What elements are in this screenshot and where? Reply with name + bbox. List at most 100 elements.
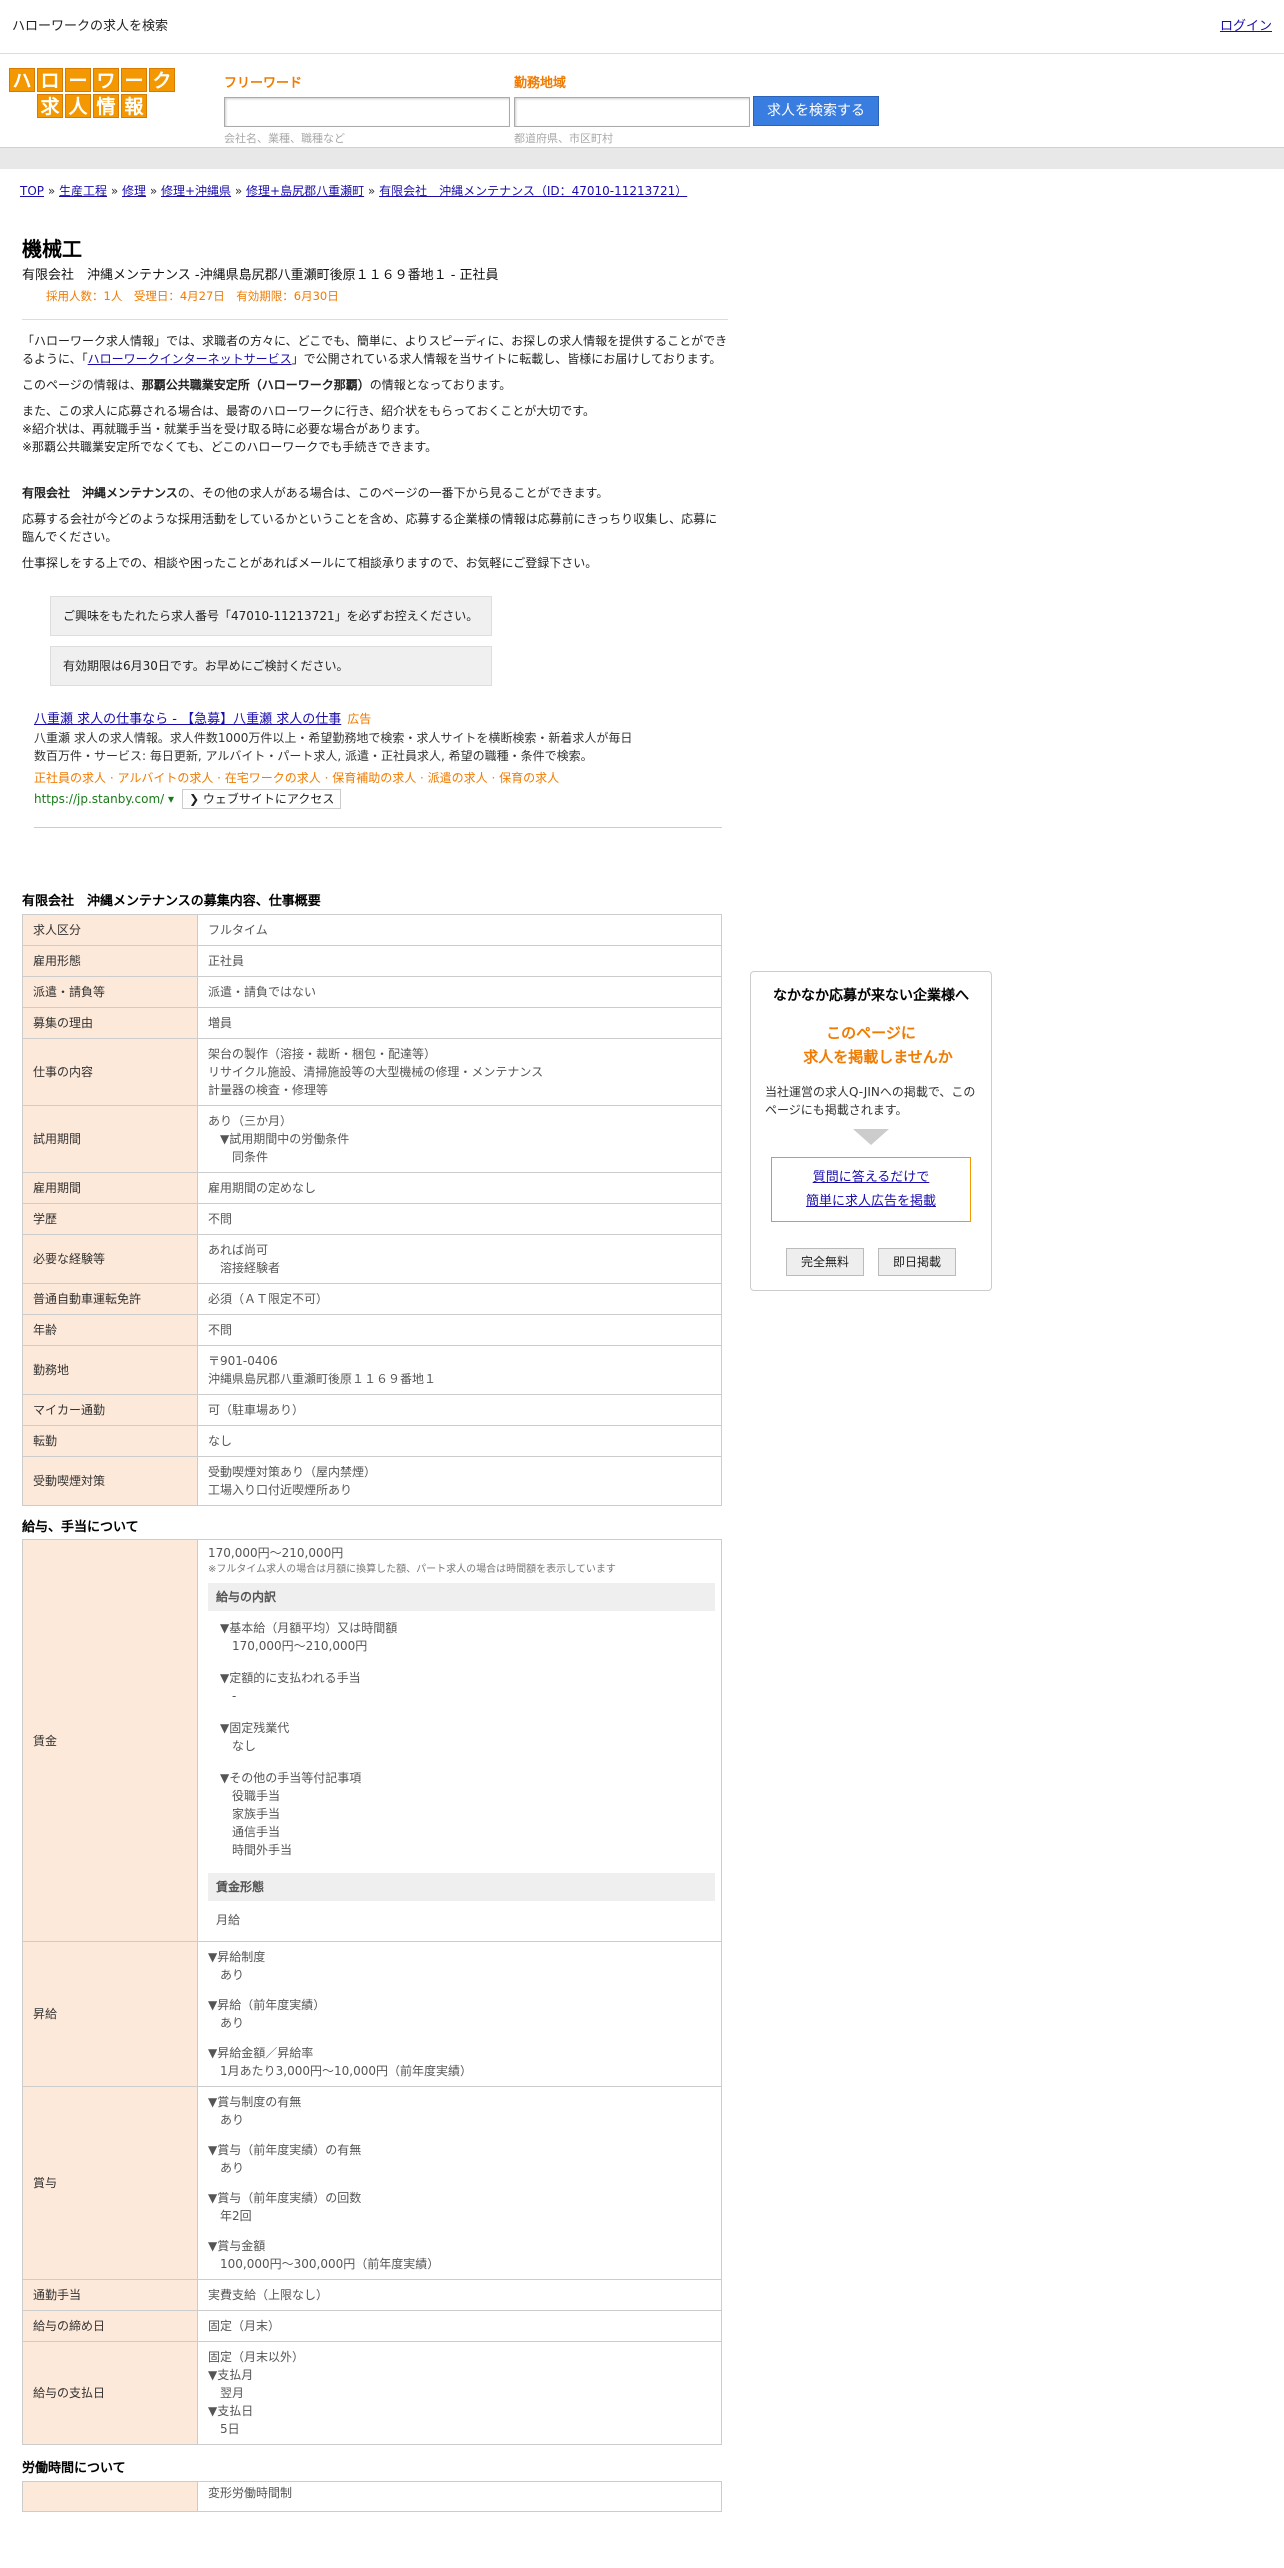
- value-group: ▼賞与金額 100,000円〜300,000円（前年度実績）: [208, 2237, 711, 2273]
- table-row: 賞与 ▼賞与制度の有無 あり ▼賞与（前年度実績）の有無 あり ▼賞与（前年度実績）の…: [22, 2086, 722, 2281]
- breadcrumb-link[interactable]: 修理+沖縄県: [161, 184, 231, 198]
- side-title: なかなか応募が来ない企業様へ: [773, 988, 969, 1004]
- chevron-down-icon[interactable]: ▾: [168, 792, 174, 806]
- breadcrumb-separator: »: [231, 184, 247, 198]
- table-key: 必要な経験等: [22, 1233, 198, 1284]
- breakdown-line: ▼基本給（月額平均）又は時間額: [208, 1621, 398, 1636]
- value-group: ▼昇給制度 あり: [208, 1948, 711, 1984]
- table-value: 正社員: [197, 944, 722, 977]
- table-row: 勤務地 〒901-0406 沖縄県島尻郡八重瀬町後原１１６９番地１: [22, 1344, 722, 1395]
- table-value-line: 不問: [208, 1211, 233, 1226]
- ad-headline[interactable]: 八重瀬 求人の仕事なら - 【急募】八重瀬 求人の仕事: [34, 712, 341, 727]
- table-row: 給与の支払日 固定（月末以外） ▼支払月 翌月 ▼支払日 5日: [22, 2341, 722, 2446]
- value-line: 固定（月末以外）: [208, 2350, 305, 2365]
- value-group: ▼昇給（前年度実績） あり: [208, 1996, 711, 2032]
- breakdown-line: 通信手当: [208, 1825, 281, 1840]
- table-key: 試用期間: [22, 1104, 198, 1173]
- table-value: 不問: [197, 1202, 722, 1235]
- breadcrumb: TOP » 生産工程 » 修理 » 修理+沖縄県 » 修理+島尻郡八重瀬町 » …: [20, 182, 687, 200]
- table-row: 通勤手当 実費支給（上限なし）: [22, 2279, 722, 2312]
- value-line: ▼昇給制度: [208, 1950, 266, 1965]
- same-day-button[interactable]: 即日掲載: [878, 1248, 957, 1276]
- table-value: 派遣・請負ではない: [197, 975, 722, 1008]
- keyword-label: フリーワード: [224, 76, 303, 91]
- table-key: 雇用期間: [22, 1171, 198, 1204]
- intro-text-3: また、この求人に応募される場合は、最寄のハローワークに行き、紹介状をもらっておく…: [22, 403, 596, 418]
- search-button[interactable]: 求人を検索する: [753, 96, 879, 126]
- hellowork-link[interactable]: ハローワークインターネットサービス: [88, 352, 292, 366]
- table-value-line: なし: [208, 1433, 233, 1448]
- table-key: 仕事の内容: [22, 1037, 198, 1106]
- ad-sitelinks[interactable]: 正社員の求人 · アルバイトの求人 · 在宅ワークの求人 · 保育補助の求人 ·…: [34, 769, 722, 787]
- table-key: 年齢: [22, 1313, 198, 1346]
- value-line: ▼賞与金額: [208, 2239, 266, 2254]
- ad-url[interactable]: https://jp.stanby.com/: [34, 792, 164, 806]
- table-value-line: リサイクル施設、清掃施設等の大型機械の修理・メンテナンス: [208, 1064, 544, 1079]
- breakdown-line: ▼その他の手当等付記事項: [208, 1771, 362, 1786]
- side-link-questions[interactable]: 質問に答えるだけで: [776, 1168, 966, 1188]
- breadcrumb-link[interactable]: 修理: [122, 184, 146, 198]
- value-line: あり: [208, 2016, 245, 2031]
- intro-text-1: 「ハローワーク求人情報」では、求職者の方々に、どこでも、簡単に、よりスピーディに…: [22, 333, 728, 366]
- table-value: 必須（ＡＴ限定不可）: [197, 1282, 722, 1315]
- breakdown-line: ▼固定残業代: [208, 1721, 290, 1736]
- breadcrumb-link[interactable]: 有限会社 沖縄メンテナンス（ID：47010-11213721）: [379, 184, 687, 198]
- intro-text-5: ※那覇公共職業安定所でなくても、どこのハローワークでも手続きできます。: [22, 439, 438, 454]
- table-row: 雇用形態 正社員: [22, 944, 722, 977]
- keyword-search: フリーワード 会社名、業種、職種など: [224, 74, 510, 147]
- breakdown-group: ▼その他の手当等付記事項 役職手当 家族手当 通信手当 時間外手当: [208, 1769, 715, 1859]
- table-key: 賃金: [22, 1539, 198, 1943]
- table-value-line: 〒901-0406: [208, 1353, 278, 1368]
- value-line: ▼昇給（前年度実績）: [208, 1998, 326, 2013]
- table-value-line: 可（駐車場あり）: [208, 1402, 305, 1417]
- top-bar: ハローワークの求人を検索 ログイン: [0, 0, 1284, 54]
- value-line: あり: [208, 2161, 245, 2176]
- table-row: 給与の締め日 固定（月末）: [22, 2310, 722, 2343]
- logo-char: ク: [149, 68, 175, 92]
- table-value: 雇用期間の定めなし: [197, 1171, 722, 1204]
- hours-heading: 労働時間について: [22, 2461, 126, 2477]
- company-line: 有限会社 沖縄メンテナンス -沖縄県島尻郡八重瀬町後原１１６９番地１ - 正社員: [22, 268, 499, 283]
- logo-char: 求: [37, 94, 63, 118]
- table-key: 派遣・請負等: [22, 975, 198, 1008]
- site-title: ハローワークの求人を検索: [12, 18, 169, 34]
- free-button[interactable]: 完全無料: [785, 1248, 864, 1276]
- table-key: 普通自動車運転免許: [22, 1282, 198, 1315]
- table-value: 不問: [197, 1313, 722, 1346]
- value-line: あり: [208, 1968, 245, 1983]
- header: ハローワーク 求人情報 フリーワード 会社名、業種、職種など 勤務地域 都道府県…: [0, 54, 1284, 146]
- side-link-post-ad[interactable]: 簡単に求人広告を掲載: [776, 1192, 966, 1212]
- table-value-line: フルタイム: [208, 922, 268, 937]
- table-row: 派遣・請負等 派遣・請負ではない: [22, 975, 722, 1008]
- table-value-line: 同条件: [208, 1149, 269, 1164]
- ad-visit-button[interactable]: ❯ ウェブサイトにアクセス: [182, 789, 342, 810]
- job-meta: 採用人数：1人 受理日：4月27日 有効期限：6月30日: [46, 288, 339, 303]
- logo-char: ロ: [37, 68, 63, 92]
- intro-text-6: 有限会社 沖縄メンテナンスの、その他の求人がある場合は、このページの一番下から見…: [22, 485, 609, 500]
- table-row: 年齢 不問: [22, 1313, 722, 1346]
- table-value: 170,000円〜210,000円 ※フルタイム求人の場合は月額に換算した額、パ…: [197, 1539, 722, 1943]
- login-link[interactable]: ログイン: [1220, 17, 1272, 37]
- breadcrumb-link[interactable]: 生産工程: [59, 184, 107, 198]
- area-input[interactable]: [514, 96, 750, 127]
- table-row: 必要な経験等 あれば尚可 溶接経験者: [22, 1233, 722, 1284]
- breadcrumb-link[interactable]: 修理+島尻郡八重瀬町: [246, 184, 364, 198]
- keyword-input[interactable]: [224, 96, 510, 127]
- side-links: 質問に答えるだけで 簡単に求人広告を掲載: [771, 1157, 971, 1222]
- overview-heading: 有限会社 沖縄メンテナンスの募集内容、仕事概要: [22, 894, 321, 910]
- table-key: 雇用形態: [22, 944, 198, 977]
- notice-job-number: ご興味をもたれたら求人番号「47010-11213721」を必ずお控えください。: [50, 595, 492, 636]
- table-value-line: 不問: [208, 1322, 233, 1337]
- value-line: ▼昇給金額／昇給率: [208, 2046, 314, 2061]
- breadcrumb-link[interactable]: TOP: [20, 184, 44, 198]
- value-group: ▼賞与（前年度実績）の有無 あり: [208, 2141, 711, 2177]
- site-logo[interactable]: ハローワーク 求人情報: [4, 68, 180, 118]
- breadcrumb-separator: »: [364, 184, 380, 198]
- table-row: 仕事の内容 架台の製作（溶接・裁断・梱包・配達等） リサイクル施設、清掃施設等の大型…: [22, 1037, 722, 1106]
- logo-char: ワ: [93, 68, 119, 92]
- table-value-line: 溶接経験者: [208, 1260, 281, 1275]
- breakdown-line: 170,000円〜210,000円: [208, 1639, 368, 1654]
- table-value-line: 必須（ＡＴ限定不可）: [208, 1291, 329, 1306]
- salary-table: 賃金 170,000円〜210,000円 ※フルタイム求人の場合は月額に換算した…: [22, 1539, 722, 2446]
- table-key: 勤務地: [22, 1344, 198, 1395]
